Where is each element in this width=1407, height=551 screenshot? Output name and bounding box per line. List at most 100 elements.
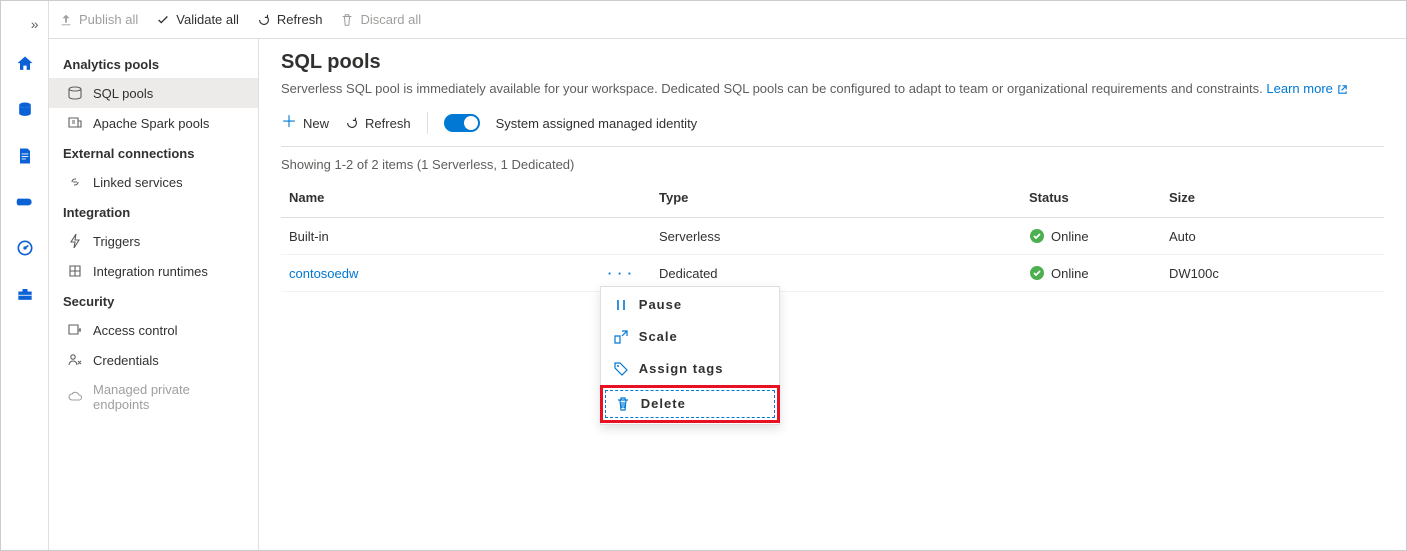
rail-home[interactable] <box>1 41 49 87</box>
page-description: Serverless SQL pool is immediately avail… <box>281 80 1384 98</box>
sidebar-section-analytics: Analytics pools <box>49 49 258 78</box>
sidebar-item-label: Linked services <box>93 175 183 190</box>
pool-size: DW100c <box>1161 255 1384 292</box>
validate-all-button[interactable]: Validate all <box>156 12 239 27</box>
discard-all-label: Discard all <box>360 12 421 27</box>
results-summary: Showing 1-2 of 2 items (1 Serverless, 1 … <box>281 157 1384 172</box>
sidebar-item-managed-endpoints: Managed private endpoints <box>49 375 258 419</box>
table-row[interactable]: contosoedw · · · Pause <box>281 255 1384 292</box>
refresh-button[interactable]: Refresh <box>345 116 411 131</box>
page-description-text: Serverless SQL pool is immediately avail… <box>281 81 1266 96</box>
check-icon <box>156 13 170 27</box>
ctx-scale[interactable]: Scale <box>601 321 779 353</box>
home-icon <box>15 54 35 74</box>
delete-highlight: Delete <box>600 385 780 423</box>
sql-pools-table: Name Type Status Size Built-in Serverles… <box>281 178 1384 292</box>
trash-icon <box>340 13 354 27</box>
new-label: New <box>303 116 329 131</box>
main-content: SQL pools Serverless SQL pool is immedia… <box>259 39 1406 550</box>
upload-icon <box>59 13 73 27</box>
pool-name-link[interactable]: contosoedw <box>289 266 358 281</box>
pipeline-icon <box>15 192 35 212</box>
access-icon <box>67 322 83 338</box>
col-type[interactable]: Type <box>651 178 1021 218</box>
manage-sidebar: Analytics pools SQL pools Apache Spark p… <box>49 39 259 550</box>
new-button[interactable]: ＋ New <box>281 115 329 131</box>
rail-monitor[interactable] <box>1 225 49 271</box>
managed-identity-toggle[interactable] <box>444 114 480 132</box>
sidebar-item-label: Credentials <box>93 353 159 368</box>
refresh-icon <box>345 116 359 130</box>
ctx-label: Scale <box>639 329 678 344</box>
rail-develop[interactable] <box>1 133 49 179</box>
trigger-icon <box>67 233 83 249</box>
action-bar: ＋ New Refresh System assigned managed id… <box>281 112 1384 147</box>
publish-all-button[interactable]: Publish all <box>59 12 138 27</box>
monitor-icon <box>15 238 35 258</box>
refresh-top-button[interactable]: Refresh <box>257 12 323 27</box>
rail-manage[interactable] <box>1 271 49 317</box>
discard-all-button[interactable]: Discard all <box>340 12 421 27</box>
pool-name: Built-in <box>289 229 329 244</box>
sidebar-item-sql-pools[interactable]: SQL pools <box>49 78 258 108</box>
sidebar-item-label: Apache Spark pools <box>93 116 209 131</box>
ctx-pause[interactable]: Pause <box>601 289 779 321</box>
pool-size: Auto <box>1161 218 1384 255</box>
pool-status: Online <box>1051 229 1089 244</box>
toolbox-icon <box>15 284 35 304</box>
sidebar-section-external: External connections <box>49 138 258 167</box>
icon-rail: » <box>1 1 49 550</box>
sidebar-item-spark-pools[interactable]: Apache Spark pools <box>49 108 258 138</box>
publish-all-label: Publish all <box>79 12 138 27</box>
sidebar-item-linked-services[interactable]: Linked services <box>49 167 258 197</box>
toggle-label: System assigned managed identity <box>496 116 698 131</box>
ctx-label: Pause <box>639 297 682 312</box>
col-name[interactable]: Name <box>281 178 651 218</box>
sidebar-item-label: Access control <box>93 323 178 338</box>
sidebar-item-label: Triggers <box>93 234 140 249</box>
learn-more-link[interactable]: Learn more <box>1266 81 1347 96</box>
link-icon <box>67 174 83 190</box>
sidebar-item-access-control[interactable]: Access control <box>49 315 258 345</box>
ctx-label: Delete <box>641 396 686 411</box>
table-row[interactable]: Built-in Serverless Online Auto <box>281 218 1384 255</box>
sidebar-item-label: SQL pools <box>93 86 153 101</box>
success-icon <box>1029 228 1045 244</box>
delete-icon <box>615 396 631 412</box>
col-status[interactable]: Status <box>1021 178 1161 218</box>
success-icon <box>1029 265 1045 281</box>
divider <box>427 112 428 134</box>
ctx-delete[interactable]: Delete <box>603 388 777 420</box>
context-menu: Pause Scale <box>600 286 780 425</box>
ctx-assign-tags[interactable]: Assign tags <box>601 353 779 385</box>
sidebar-item-label: Managed private endpoints <box>93 382 244 412</box>
refresh-label: Refresh <box>365 116 411 131</box>
page-title: SQL pools <box>281 51 1384 74</box>
sidebar-section-security: Security <box>49 286 258 315</box>
tag-icon <box>613 361 629 377</box>
rail-integrate[interactable] <box>1 179 49 225</box>
rail-data[interactable] <box>1 87 49 133</box>
pool-type: Serverless <box>651 218 1021 255</box>
sidebar-item-triggers[interactable]: Triggers <box>49 226 258 256</box>
ctx-label: Assign tags <box>639 361 724 376</box>
validate-all-label: Validate all <box>176 12 239 27</box>
document-icon <box>15 146 35 166</box>
scale-icon <box>613 329 629 345</box>
sidebar-item-runtimes[interactable]: Integration runtimes <box>49 256 258 286</box>
row-actions-button[interactable]: · · · Pause <box>608 266 633 281</box>
spark-icon <box>67 115 83 131</box>
refresh-top-label: Refresh <box>277 12 323 27</box>
toggle-knob <box>464 116 478 130</box>
pool-status: Online <box>1051 266 1089 281</box>
plus-icon: ＋ <box>281 115 297 131</box>
rail-expand-toggle[interactable]: » <box>1 7 49 41</box>
cloud-icon <box>67 389 83 405</box>
col-size[interactable]: Size <box>1161 178 1384 218</box>
refresh-icon <box>257 13 271 27</box>
top-toolbar: Publish all Validate all Refresh Discard… <box>49 1 1406 39</box>
runtime-icon <box>67 263 83 279</box>
pause-icon <box>613 297 629 313</box>
sidebar-item-credentials[interactable]: Credentials <box>49 345 258 375</box>
external-link-icon <box>1337 84 1348 95</box>
